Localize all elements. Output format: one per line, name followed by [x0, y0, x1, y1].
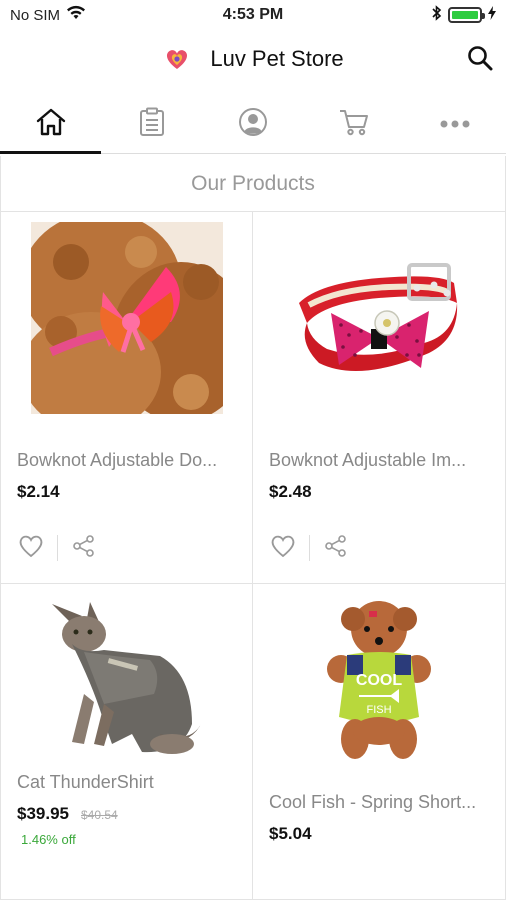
product-card[interactable]: COOL FISH Cool Fish - Spring Short... $5… [253, 584, 506, 900]
share-icon [72, 534, 96, 563]
section-title: Our Products [0, 156, 506, 212]
tab-bar [0, 96, 506, 154]
app-header: Luv Pet Store [0, 34, 506, 84]
cart-icon [338, 107, 370, 142]
product-name[interactable]: Bowknot Adjustable Do... [17, 450, 242, 471]
product-old-price: $40.54 [81, 808, 118, 822]
product-price: $2.14 [17, 482, 60, 501]
product-card[interactable]: Bowknot Adjustable Im... $2.48 [253, 212, 506, 584]
svg-text:COOL: COOL [356, 672, 402, 689]
tab-home[interactable] [0, 96, 102, 154]
svg-text:FISH: FISH [366, 704, 391, 716]
user-icon [238, 107, 268, 142]
product-image-cat-thundershirt[interactable] [1, 584, 252, 774]
product-price: $39.95 [17, 804, 69, 823]
product-name[interactable]: Bowknot Adjustable Im... [269, 450, 494, 471]
share-button[interactable] [70, 534, 98, 562]
home-icon [35, 107, 67, 142]
product-actions [269, 534, 350, 562]
logo [162, 44, 192, 74]
share-icon [324, 534, 348, 563]
divider [309, 535, 310, 561]
favorite-button[interactable] [17, 534, 45, 562]
product-price: $2.48 [269, 482, 312, 501]
product-image-dog-with-bow[interactable] [1, 220, 252, 416]
tab-cart[interactable] [304, 96, 405, 153]
more-icon [439, 116, 471, 134]
clipboard-icon [139, 107, 165, 142]
clock: 4:53 PM [222, 6, 284, 23]
product-card[interactable]: Cat ThunderShirt $39.95 $40.54 1.46% off [0, 584, 253, 900]
product-name[interactable]: Cool Fish - Spring Short... [269, 792, 494, 813]
product-actions [17, 534, 98, 562]
heart-icon [270, 534, 296, 563]
product-name[interactable]: Cat ThunderShirt [17, 772, 242, 793]
heart-icon [18, 534, 44, 563]
divider [57, 535, 58, 561]
status-bar: No SIM 4:53 PM [0, 0, 506, 30]
product-grid: Bowknot Adjustable Do... $2.14 Bowknot A… [0, 212, 506, 900]
product-price: $5.04 [269, 824, 312, 843]
product-image-dog-cool-fish-shirt[interactable]: COOL FISH [253, 584, 505, 784]
favorite-button[interactable] [269, 534, 297, 562]
tab-orders[interactable] [101, 96, 202, 153]
product-image-red-collar-bowtie[interactable] [253, 220, 505, 416]
search-icon [467, 45, 493, 76]
app-title: Luv Pet Store [210, 46, 344, 71]
tab-more[interactable] [405, 96, 506, 153]
search-button[interactable] [464, 44, 496, 76]
product-discount: 1.46% off [21, 832, 76, 847]
tab-account[interactable] [202, 96, 303, 153]
battery-icon [448, 7, 485, 23]
product-card[interactable]: Bowknot Adjustable Do... $2.14 [0, 212, 253, 584]
share-button[interactable] [322, 534, 350, 562]
